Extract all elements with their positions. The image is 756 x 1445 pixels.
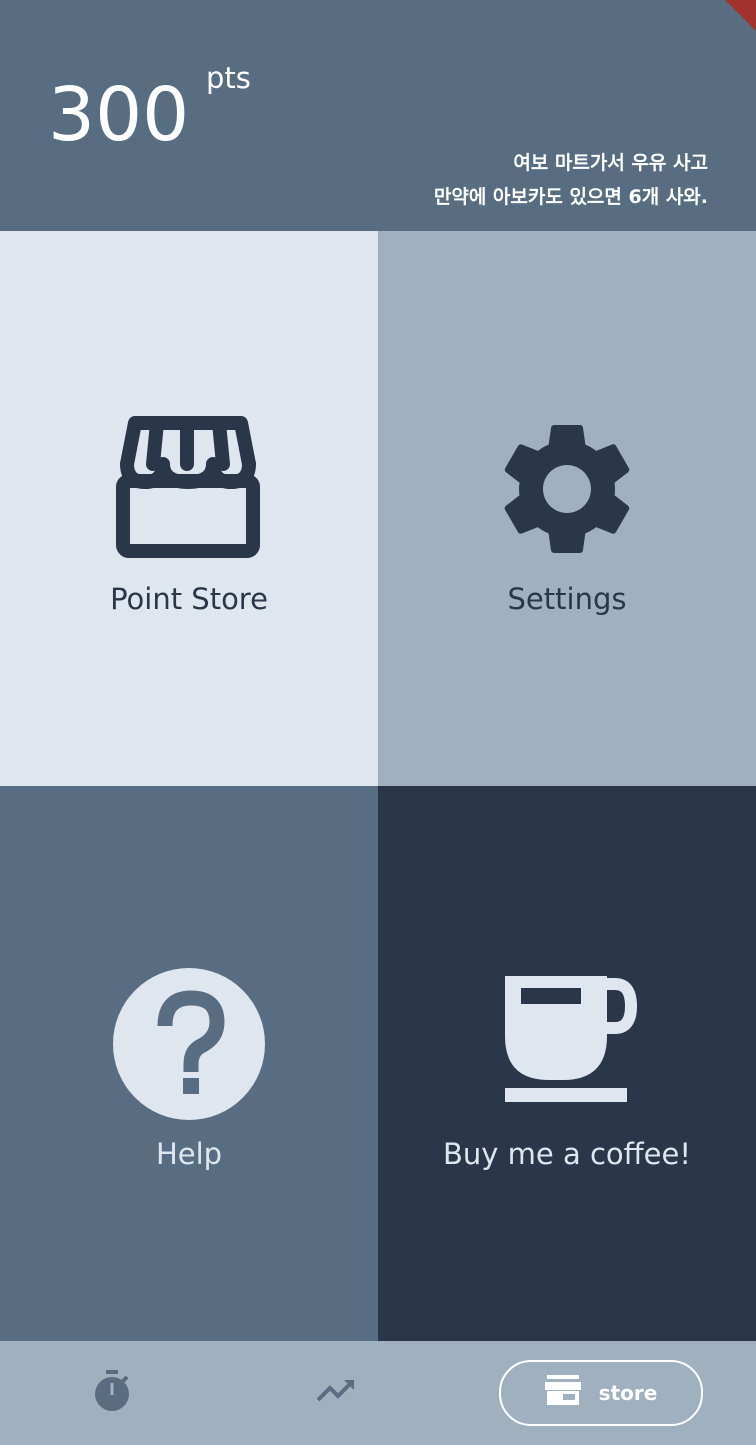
settings-tile[interactable]: Settings (378, 231, 756, 786)
points-value: 300 (48, 72, 190, 158)
debug-banner (685, 0, 756, 45)
buy-me-a-coffee-label: Buy me a coffee! (443, 1137, 691, 1171)
nav-store-button[interactable]: store (499, 1360, 703, 1426)
quote-line-1: 여보 마트가서 우유 사고 (513, 152, 708, 174)
header-quote: 여보 마트가서 우유 사고 만약에 아보카도 있으면 6개 사와. (434, 146, 708, 214)
points-header: 300 pts 여보 마트가서 우유 사고 만약에 아보카도 있으면 6개 사와… (0, 0, 756, 231)
storefront-icon (544, 1374, 581, 1412)
bottom-navigation: store (0, 1341, 756, 1445)
stopwatch-icon (93, 1370, 131, 1416)
help-label: Help (155, 1137, 223, 1171)
help-tile[interactable]: Help (0, 786, 378, 1341)
points-unit: pts (206, 61, 251, 95)
gear-icon (378, 409, 756, 569)
help-circle-icon (0, 964, 378, 1124)
settings-label: Settings (507, 582, 627, 616)
coffee-cup-icon (378, 964, 756, 1124)
point-store-tile[interactable]: Point Store (0, 231, 378, 786)
nav-timer[interactable] (62, 1341, 162, 1445)
nav-store-label: store (598, 1381, 658, 1405)
app-root: 300 pts 여보 마트가서 우유 사고 만약에 아보카도 있으면 6개 사와… (0, 0, 756, 1445)
point-store-label: Point Store (110, 582, 268, 616)
storefront-icon (0, 409, 378, 569)
quote-line-2: 만약에 아보카도 있으면 6개 사와. (433, 186, 708, 208)
trending-up-icon (316, 1378, 356, 1408)
nav-stats[interactable] (286, 1341, 386, 1445)
buy-me-a-coffee-tile[interactable]: Buy me a coffee! (378, 786, 756, 1341)
